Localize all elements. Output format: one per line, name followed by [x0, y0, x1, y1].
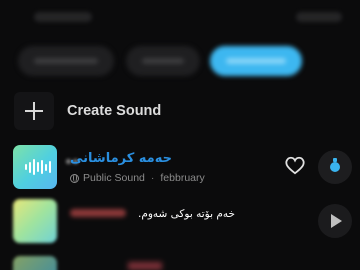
filter-chips [0, 46, 360, 78]
sound-visibility: Public Sound [83, 172, 145, 184]
play-button[interactable] [318, 204, 352, 238]
sound-thumbnail[interactable] [13, 145, 57, 189]
filter-chip-1[interactable] [18, 46, 114, 76]
sound-thumbnail-partial[interactable] [13, 256, 57, 270]
heart-icon[interactable] [284, 155, 306, 175]
create-sound-label: Create Sound [67, 103, 162, 119]
sound-author[interactable]: febbruary [160, 172, 204, 184]
sound-list-item[interactable]: حەمە کرماشانی Public Sound · febbruary [0, 145, 360, 191]
playing-indicator-button[interactable] [318, 150, 352, 184]
sound-thumbnail[interactable] [13, 199, 57, 243]
filter-chip-2[interactable] [126, 46, 200, 76]
filter-chip-active[interactable] [210, 46, 302, 76]
globe-icon [70, 173, 79, 183]
blurred-title [70, 209, 126, 217]
caption-overlay: خەم بۆتە بوکی شەوم. [138, 208, 235, 220]
sound-title: حەمە کرماشانی [70, 151, 172, 166]
playing-icon [330, 158, 340, 172]
create-sound-row[interactable]: Create Sound [0, 92, 360, 130]
tab-right-placeholder[interactable] [296, 12, 342, 22]
plus-icon[interactable] [14, 92, 54, 130]
waveform-icon [25, 158, 51, 176]
sound-list-item[interactable] [0, 199, 360, 245]
blurred-title-partial [128, 262, 162, 270]
top-tab-bar [0, 0, 360, 34]
sound-meta: Public Sound · febbruary [70, 172, 205, 184]
tab-left-placeholder[interactable] [34, 12, 92, 22]
meta-separator: · [150, 172, 155, 184]
